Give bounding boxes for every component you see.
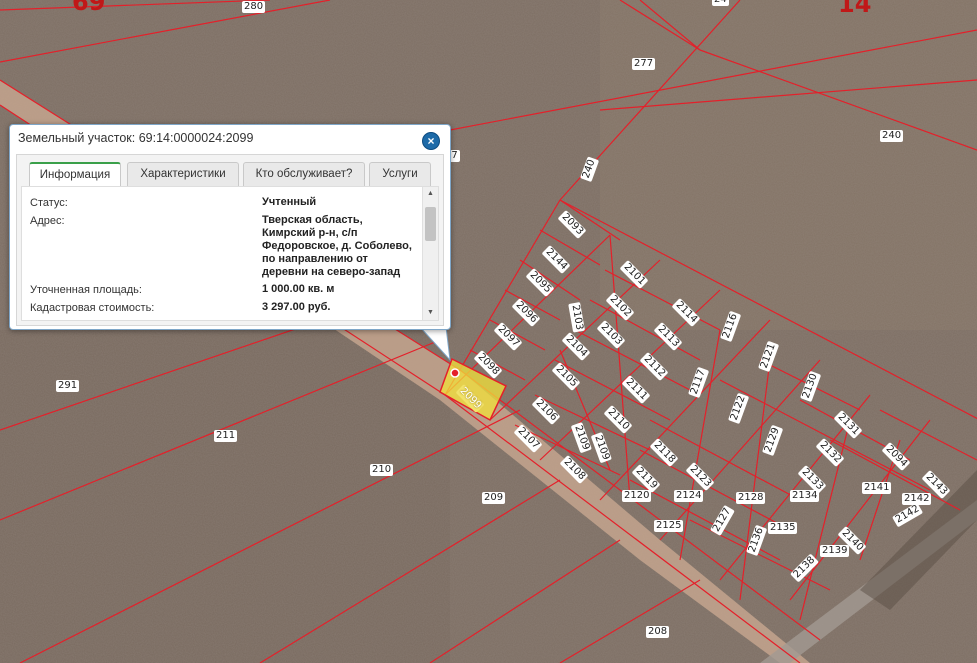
scroll-up-icon[interactable]: ▲ xyxy=(423,188,438,200)
tab-who-serves[interactable]: Кто обслуживает? xyxy=(243,162,365,186)
parcel-number-label[interactable]: 208 xyxy=(646,626,670,638)
parcel-number-label[interactable]: 2134 xyxy=(790,490,820,502)
field-label-address: Адрес: xyxy=(30,215,65,227)
parcel-number-label[interactable]: 211 xyxy=(214,430,238,442)
field-value-address-line: по направлению от xyxy=(262,253,368,265)
field-label-area: Уточненная площадь: xyxy=(30,284,142,296)
map-sheet-label: 14 xyxy=(838,0,872,18)
parcel-number-label[interactable]: 2139 xyxy=(820,545,850,557)
field-label-cadastral-cost: Кадастровая стоимость: xyxy=(30,302,155,314)
parcel-number-label[interactable]: 277 xyxy=(632,58,656,70)
map-sheet-label: 69 xyxy=(72,0,106,16)
map-sheet-label: 24 xyxy=(712,0,729,6)
field-value-address-line: Федоровское, д. Соболево, xyxy=(262,240,412,252)
field-value-status: Учтенный xyxy=(262,196,317,208)
map-sheet-label: 280 xyxy=(242,1,266,13)
field-value-cadastral-cost: 3 297.00 руб. xyxy=(262,301,331,313)
scroll-thumb[interactable] xyxy=(425,207,436,241)
scroll-down-icon[interactable]: ▼ xyxy=(423,307,438,319)
field-value-address-line: деревни на северо-запад xyxy=(262,266,401,278)
field-value-area: 1 000.00 кв. м xyxy=(262,283,335,295)
marker-icon[interactable] xyxy=(450,368,460,378)
parcel-number-label[interactable]: 291 xyxy=(56,380,80,392)
close-button[interactable]: × xyxy=(422,132,440,150)
parcel-number-label[interactable]: 2125 xyxy=(654,520,684,532)
popup-title: Земельный участок: 69:14:0000024:2099 xyxy=(18,131,254,145)
parcel-number-label[interactable]: 2135 xyxy=(768,522,798,534)
info-scrollbar[interactable]: ▲ ▼ xyxy=(422,187,438,320)
tab-information[interactable]: Информация xyxy=(29,162,121,188)
parcel-number-label[interactable]: 2141 xyxy=(862,482,892,494)
parcel-number-label[interactable]: 240 xyxy=(880,130,904,142)
field-value-address-line: Тверская область, xyxy=(262,214,363,226)
parcel-number-label[interactable]: 209 xyxy=(482,492,506,504)
parcel-number-label[interactable]: 210 xyxy=(370,464,394,476)
close-icon: × xyxy=(427,134,435,148)
parcel-info-popup: Земельный участок: 69:14:0000024:2099 × … xyxy=(9,124,451,330)
field-value-address-line: Кимрский р-н, с/п xyxy=(262,227,358,239)
cadastral-map[interactable] xyxy=(0,0,977,663)
info-panel: Статус: Учтенный Адрес: Тверская область… xyxy=(21,186,439,321)
tab-services[interactable]: Услуги xyxy=(369,162,431,186)
terrain-texture xyxy=(0,0,977,663)
tab-characteristics[interactable]: Характеристики xyxy=(127,162,239,186)
parcel-number-label[interactable]: 2124 xyxy=(674,490,704,502)
parcel-number-label[interactable]: 2128 xyxy=(736,492,766,504)
field-label-status: Статус: xyxy=(30,197,68,209)
popup-tabs-container: Информация Характеристики Кто обслуживае… xyxy=(16,154,444,326)
parcel-number-label[interactable]: 2120 xyxy=(622,490,652,502)
